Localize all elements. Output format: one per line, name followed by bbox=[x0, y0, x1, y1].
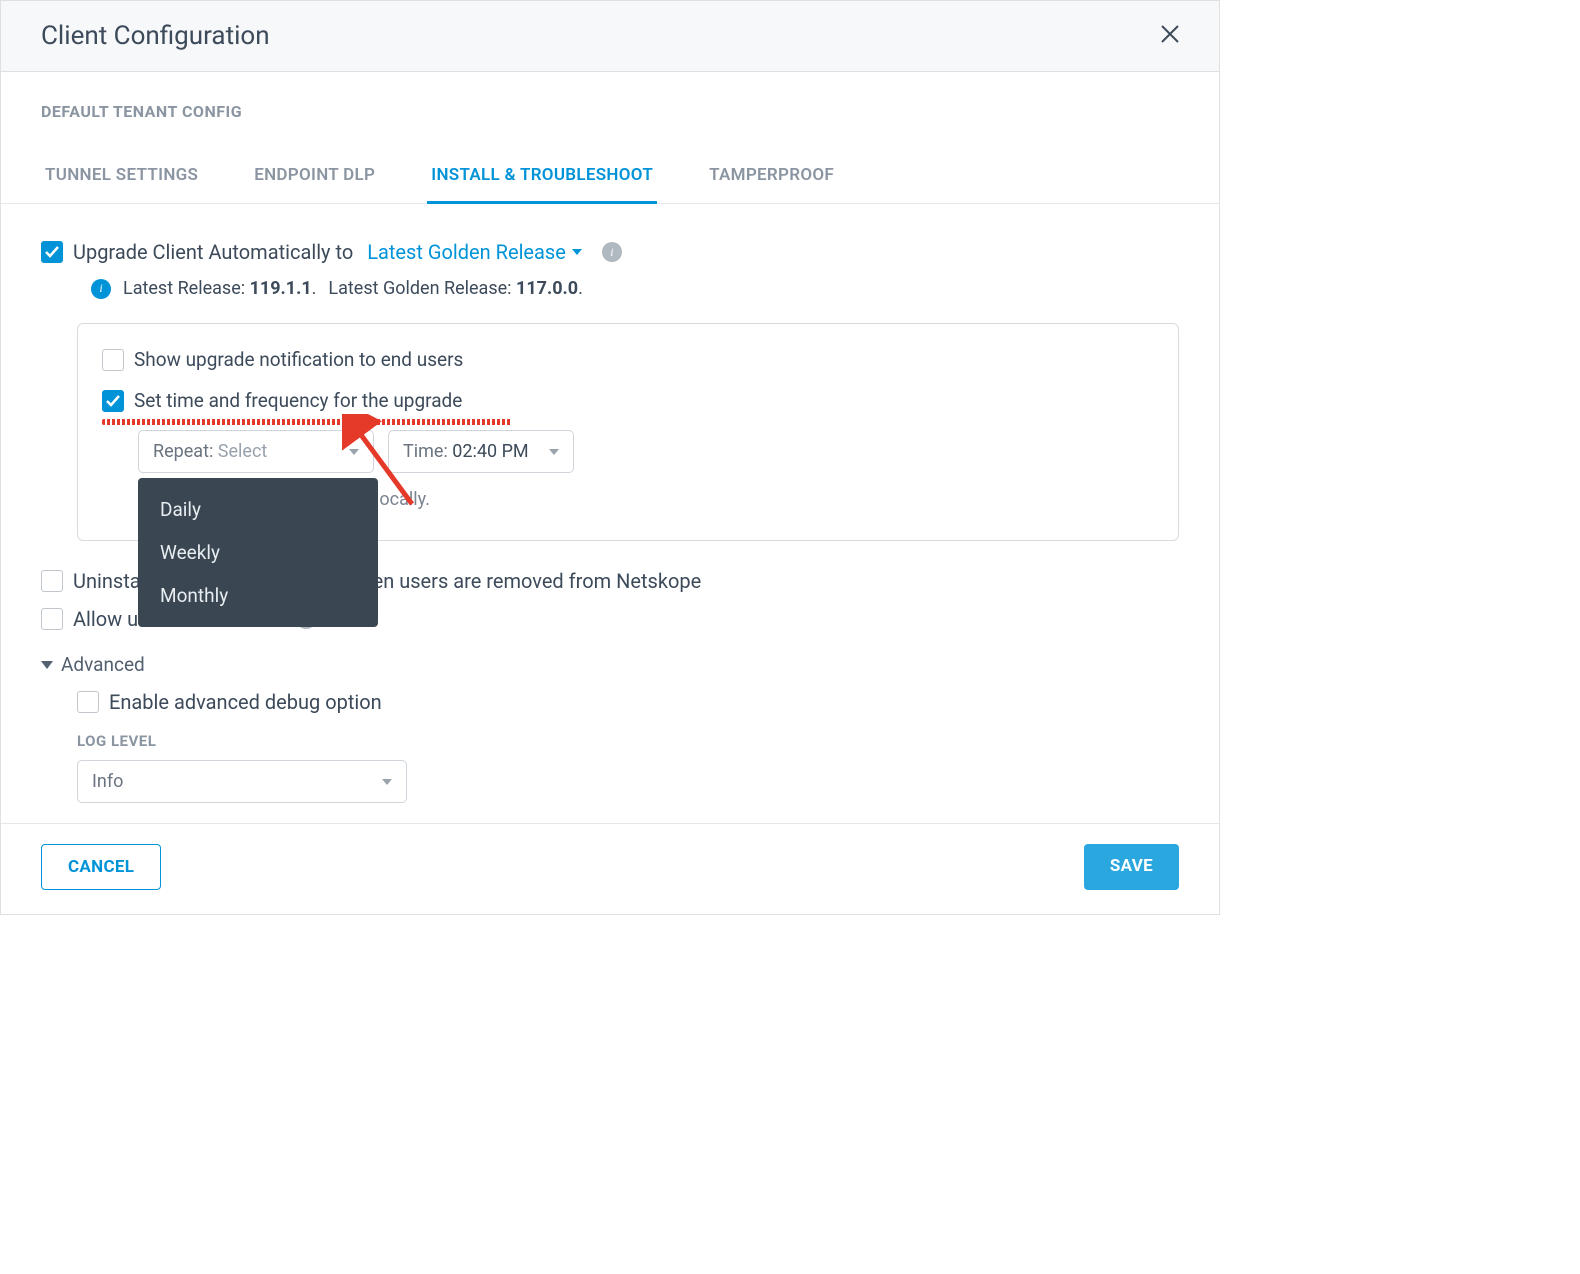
close-icon[interactable] bbox=[1161, 24, 1179, 49]
show-notification-label: Show upgrade notification to end users bbox=[134, 348, 463, 371]
time-label: Time: bbox=[403, 441, 448, 462]
checkbox-allow-reenroll[interactable] bbox=[41, 608, 63, 630]
chevron-down-icon bbox=[382, 779, 392, 785]
release-info-line: i Latest Release: 119.1.1. Latest Golden… bbox=[81, 278, 1179, 299]
latest-release-value: 119.1.1 bbox=[250, 278, 312, 299]
footer: CANCEL SAVE bbox=[1, 823, 1219, 914]
cancel-button[interactable]: CANCEL bbox=[41, 844, 161, 890]
checkbox-show-notification[interactable] bbox=[102, 349, 124, 371]
modal-title: Client Configuration bbox=[41, 21, 270, 51]
repeat-placeholder: Select bbox=[218, 441, 267, 462]
modal-frame: Client Configuration DEFAULT TENANT CONF… bbox=[0, 0, 1220, 915]
log-level-value: Info bbox=[92, 771, 123, 792]
repeat-dropdown-menu: Daily Weekly Monthly bbox=[138, 478, 378, 627]
tab-install-troubleshoot[interactable]: INSTALL & TROUBLESHOOT bbox=[427, 155, 657, 204]
tab-tunnel-settings[interactable]: TUNNEL SETTINGS bbox=[41, 155, 202, 203]
chevron-down-icon bbox=[572, 249, 582, 255]
set-time-frequency-label: Set time and frequency for the upgrade bbox=[134, 389, 462, 412]
release-option-dropdown[interactable]: Latest Golden Release bbox=[367, 240, 582, 264]
advanced-section-toggle[interactable]: Advanced bbox=[41, 653, 1179, 676]
info-icon[interactable]: i bbox=[602, 242, 622, 262]
time-select[interactable]: Time: 02:40 PM bbox=[388, 430, 574, 473]
latest-golden-label: Latest Golden Release: bbox=[328, 278, 511, 299]
config-name-heading: DEFAULT TENANT CONFIG bbox=[41, 102, 1179, 121]
log-level-select[interactable]: Info bbox=[77, 760, 407, 803]
checkbox-upgrade-auto[interactable] bbox=[41, 241, 63, 263]
checkbox-set-time-frequency[interactable] bbox=[102, 390, 124, 412]
enable-debug-label: Enable advanced debug option bbox=[109, 690, 382, 714]
chevron-down-icon bbox=[41, 661, 53, 669]
checkbox-uninstall-auto[interactable] bbox=[41, 570, 63, 592]
time-value: 02:40 PM bbox=[452, 441, 528, 462]
repeat-option-weekly[interactable]: Weekly bbox=[138, 531, 378, 574]
repeat-option-daily[interactable]: Daily bbox=[138, 488, 378, 531]
repeat-label: Repeat: bbox=[153, 441, 213, 462]
repeat-select[interactable]: Repeat: Select bbox=[138, 430, 374, 473]
checkbox-enable-debug[interactable] bbox=[77, 691, 99, 713]
upgrade-auto-label: Upgrade Client Automatically to bbox=[73, 240, 353, 264]
tab-tamperproof[interactable]: TAMPERPROOF bbox=[705, 155, 838, 203]
chevron-down-icon bbox=[349, 449, 359, 455]
chevron-down-icon bbox=[549, 449, 559, 455]
advanced-heading: Advanced bbox=[61, 653, 145, 676]
titlebar: Client Configuration bbox=[1, 1, 1219, 72]
save-button[interactable]: SAVE bbox=[1084, 844, 1179, 890]
latest-golden-value: 117.0.0 bbox=[516, 278, 578, 299]
repeat-option-monthly[interactable]: Monthly bbox=[138, 574, 378, 617]
log-level-heading: LOG LEVEL bbox=[77, 732, 1179, 750]
tabs: TUNNEL SETTINGS ENDPOINT DLP INSTALL & T… bbox=[1, 155, 1219, 204]
upgrade-options-panel: Show upgrade notification to end users S… bbox=[77, 323, 1179, 541]
annotation-underline bbox=[102, 419, 512, 425]
tab-endpoint-dlp[interactable]: ENDPOINT DLP bbox=[250, 155, 379, 203]
latest-release-label: Latest Release: bbox=[123, 278, 245, 299]
info-icon: i bbox=[91, 279, 111, 299]
release-option-value: Latest Golden Release bbox=[367, 240, 566, 264]
